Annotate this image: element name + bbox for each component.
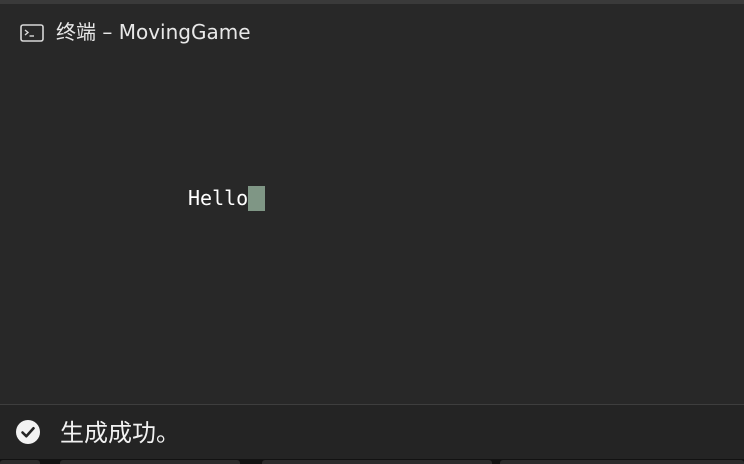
output-text: Hello: [188, 186, 249, 210]
terminal-output-area[interactable]: Hello: [0, 58, 744, 404]
checkmark-circle-icon: [16, 420, 40, 444]
build-status-message: 生成成功。: [60, 419, 180, 447]
window-title: 终端 – MovingGame: [56, 20, 251, 44]
terminal-icon: [20, 24, 44, 42]
text-cursor: [248, 185, 266, 211]
output-line: Hello: [188, 185, 266, 211]
build-status-bar: 生成成功。: [0, 405, 744, 459]
window-bottom-edge: [0, 459, 744, 464]
terminal-titlebar: 终端 – MovingGame: [0, 4, 744, 58]
terminal-window: 终端 – MovingGame Hello 生成成功。: [0, 0, 744, 464]
